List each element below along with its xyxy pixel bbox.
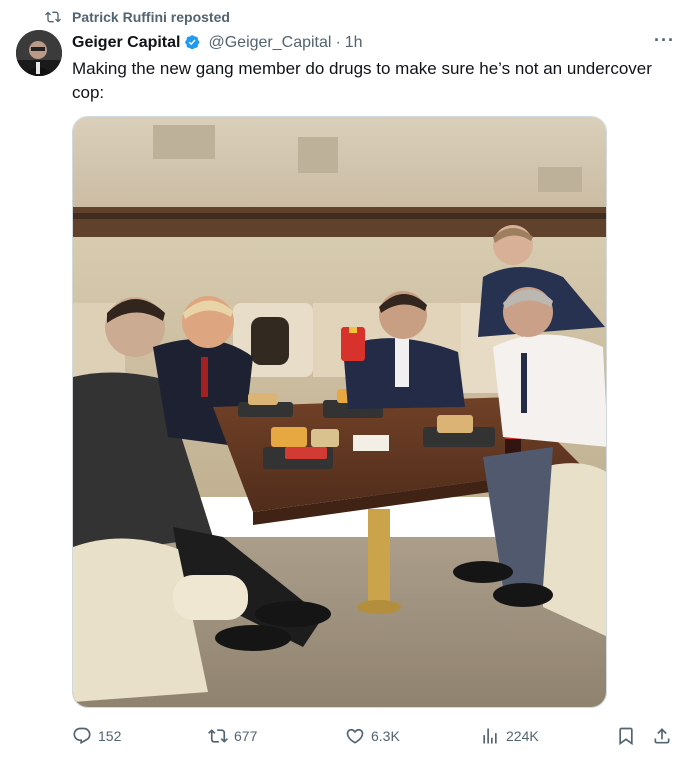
share-icon <box>652 726 672 746</box>
tweet-photo[interactable] <box>72 116 607 708</box>
author-handle[interactable]: @Geiger_Capital <box>208 34 331 52</box>
share-button[interactable] <box>652 724 672 748</box>
like-button[interactable]: 6.3K <box>345 724 400 748</box>
analytics-icon <box>480 726 500 746</box>
reply-button[interactable]: 152 <box>72 724 121 748</box>
bookmark-icon <box>616 726 636 746</box>
views-count: 224K <box>506 728 539 744</box>
like-count: 6.3K <box>371 728 400 744</box>
avatar[interactable] <box>16 30 62 76</box>
tweet-text: Making the new gang member do drugs to m… <box>72 59 652 102</box>
author-display-name[interactable]: Geiger Capital <box>72 34 180 52</box>
repost-icon <box>208 726 228 746</box>
repost-count: 677 <box>234 728 258 744</box>
views-button[interactable]: 224K <box>480 724 539 748</box>
timestamp[interactable]: 1h <box>345 34 363 52</box>
tweet-header: Geiger Capital @Geiger_Capital · 1h ··· <box>72 31 675 54</box>
repost-label[interactable]: Patrick Ruffini reposted <box>72 9 230 25</box>
verified-badge-icon[interactable] <box>184 34 202 52</box>
more-options-icon[interactable]: ··· <box>654 31 675 49</box>
separator-dot: · <box>335 34 341 51</box>
repost-icon <box>44 9 62 25</box>
bookmark-button[interactable] <box>616 724 636 748</box>
heart-icon <box>345 726 365 746</box>
repost-context[interactable]: Patrick Ruffini reposted <box>44 8 230 26</box>
repost-button[interactable]: 677 <box>208 724 257 748</box>
tweet-actions: 152 677 6.3K 224K <box>72 724 677 748</box>
reply-count: 152 <box>98 728 122 744</box>
reply-icon <box>72 726 92 746</box>
